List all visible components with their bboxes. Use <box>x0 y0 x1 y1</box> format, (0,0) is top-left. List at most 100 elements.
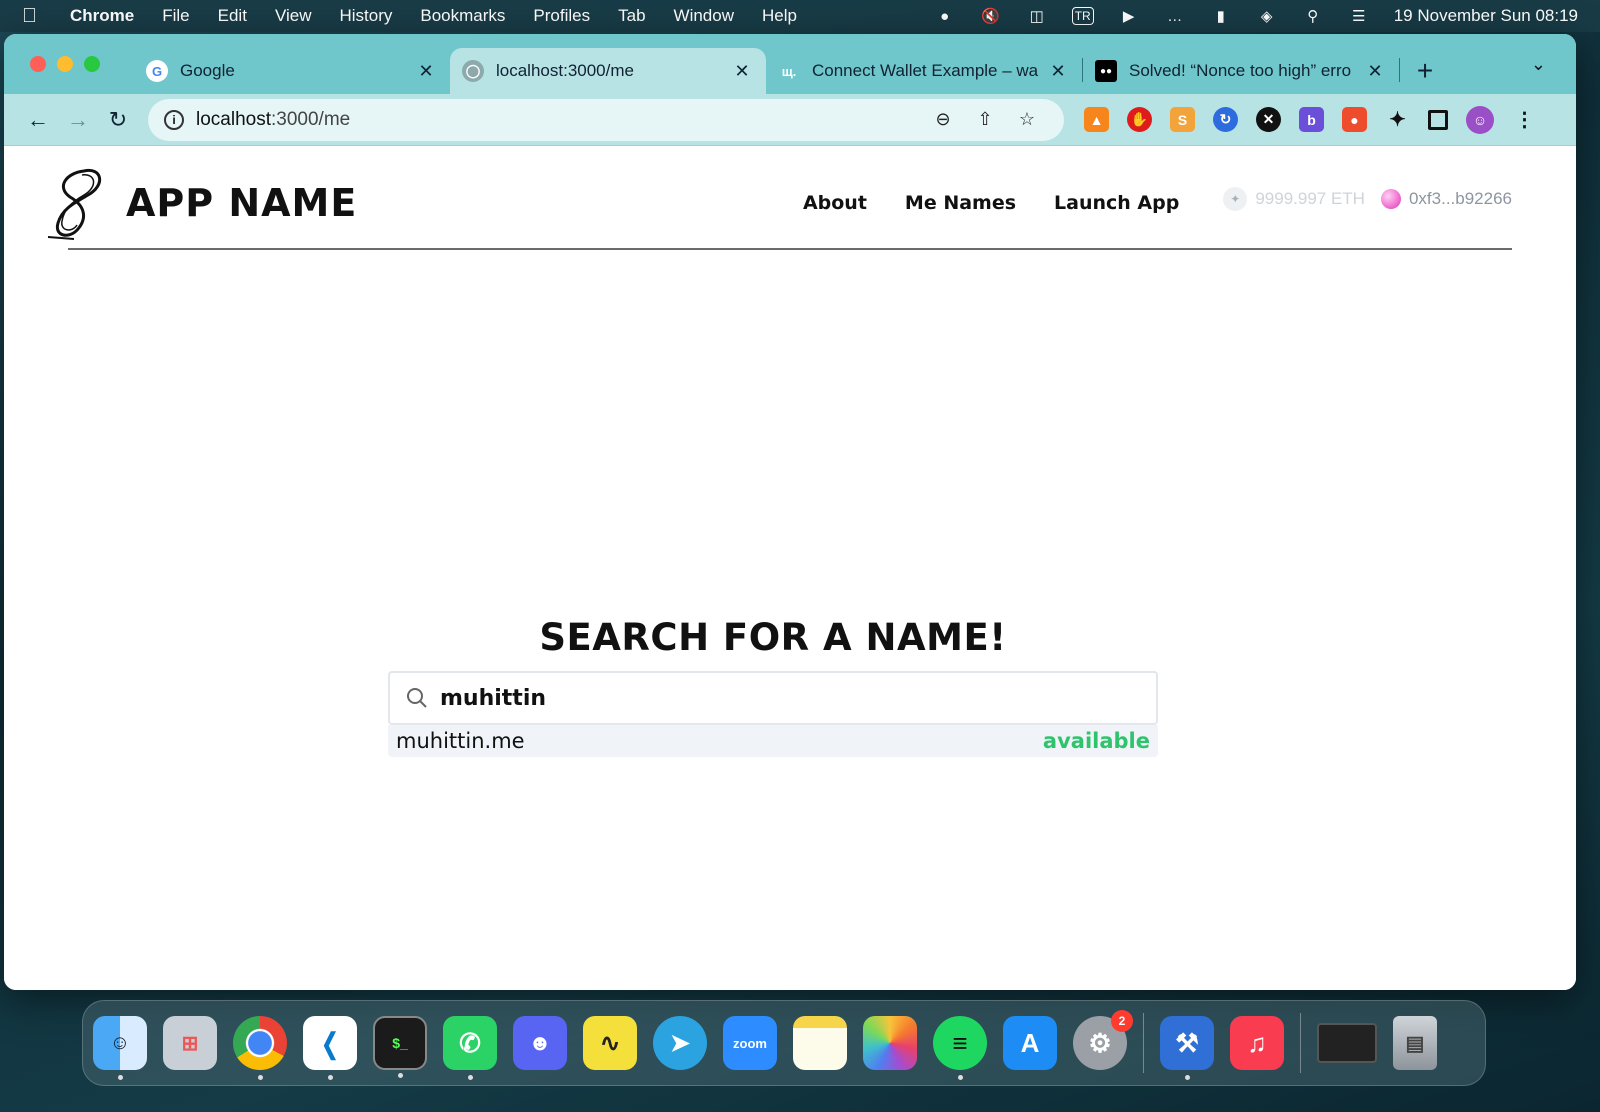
trash-icon[interactable]: ▤ <box>1393 1016 1437 1070</box>
finder-icon[interactable]: ☺ <box>93 1016 147 1080</box>
telegram-icon[interactable]: ➤ <box>653 1016 707 1070</box>
menu-window[interactable]: Window <box>674 6 734 26</box>
minimize-window-button[interactable] <box>57 56 73 72</box>
extension-red-icon[interactable]: ● <box>1342 107 1367 132</box>
site-info-icon[interactable]: i <box>164 109 184 130</box>
name-search: SEARCH FOR A NAME! muhittin muhittin.me … <box>388 616 1158 757</box>
input-source-indicator[interactable]: TR <box>1071 7 1094 25</box>
menu-bookmarks[interactable]: Bookmarks <box>420 6 505 26</box>
mute-icon[interactable]: 🔇 <box>980 7 1002 25</box>
control-center-icon[interactable]: ☰ <box>1348 7 1370 25</box>
close-tab-icon[interactable]: ✕ <box>416 61 436 82</box>
menu-help[interactable]: Help <box>762 6 797 26</box>
zoom-icon[interactable]: zoom <box>723 1016 777 1070</box>
site-header: APP NAME About Me Names Launch App ✦ 999… <box>44 158 1512 248</box>
menu-profiles[interactable]: Profiles <box>533 6 590 26</box>
back-button[interactable]: ← <box>18 100 58 140</box>
menubar-clock[interactable]: 19 November Sun 08:19 <box>1394 6 1578 26</box>
spotlight-search-icon[interactable]: ⚲ <box>1302 7 1324 25</box>
zoom-icon[interactable]: ⊖ <box>922 109 964 130</box>
whatsapp-icon[interactable]: ✆ <box>443 1016 497 1080</box>
nav-me-names-link[interactable]: Me Names <box>905 192 1016 214</box>
menu-history[interactable]: History <box>339 6 392 26</box>
bookmark-star-icon[interactable]: ☆ <box>1006 109 1048 130</box>
google-icon: G <box>146 60 168 82</box>
metamask-icon[interactable]: ▲ <box>1084 107 1109 132</box>
chevron-down-icon[interactable]: ⌄ <box>1531 54 1546 75</box>
close-tab-icon[interactable]: ✕ <box>1365 61 1385 82</box>
account-avatar <box>1380 189 1401 209</box>
play-icon[interactable]: ▶ <box>1118 7 1140 25</box>
medium-icon: ●● <box>1095 60 1117 82</box>
profile-avatar[interactable]: ☺ <box>1466 105 1494 134</box>
basecamp-icon[interactable]: ∿ <box>583 1016 637 1070</box>
menu-edit[interactable]: Edit <box>218 6 247 26</box>
globe-icon: ◯ <box>462 60 484 82</box>
search-title: SEARCH FOR A NAME! <box>539 616 1007 659</box>
brand-name[interactable]: APP NAME <box>126 181 357 225</box>
menu-file[interactable]: File <box>162 6 189 26</box>
chrome-icon[interactable] <box>233 1016 287 1080</box>
balance-button[interactable]: ✦ 9999.997 ETH <box>1223 187 1365 211</box>
tab-title: Google <box>180 61 235 80</box>
system-settings-icon[interactable]: ⚙ 2 <box>1073 1010 1133 1070</box>
elephant-icon[interactable]: ● <box>934 7 956 25</box>
forward-button[interactable]: → <box>58 100 98 140</box>
balance-value: 9999.997 ETH <box>1255 189 1365 208</box>
kebab-menu-icon[interactable]: ⋮ <box>1512 107 1537 132</box>
menu-tab[interactable]: Tab <box>618 6 645 26</box>
tab-title: Connect Wallet Example – wa <box>812 61 1039 80</box>
reload-button[interactable]: ↻ <box>98 100 138 140</box>
apple-icon[interactable]:  <box>22 5 44 28</box>
extension-purple-icon[interactable]: b <box>1299 107 1324 132</box>
menu-view[interactable]: View <box>275 6 312 26</box>
spotify-icon[interactable]: ≡ <box>933 1016 987 1080</box>
menu-app-chrome[interactable]: Chrome <box>70 6 134 26</box>
search-icon <box>407 688 427 708</box>
discord-icon[interactable]: ☻ <box>513 1016 567 1070</box>
side-panel-icon[interactable] <box>1428 109 1448 130</box>
nav-launch-app-link[interactable]: Launch App <box>1054 192 1179 214</box>
url-text[interactable]: localhost:3000/me <box>196 109 922 131</box>
close-tab-icon[interactable]: ✕ <box>1048 61 1068 82</box>
dots-icon[interactable]: … <box>1164 7 1186 25</box>
extension-s-icon[interactable]: S <box>1170 107 1195 132</box>
music-icon[interactable]: ♫ <box>1230 1016 1284 1070</box>
notes-icon[interactable] <box>793 1016 847 1070</box>
battery-icon[interactable]: ▮ <box>1210 7 1232 25</box>
tab-nonce-article[interactable]: ●● Solved! “Nonce too high” erro ✕ <box>1083 48 1399 94</box>
app-store-icon[interactable]: A <box>1003 1016 1057 1070</box>
tab-connect-wallet[interactable]: щ. Connect Wallet Example – wa ✕ <box>766 48 1082 94</box>
puzzle-icon[interactable]: ✦ <box>1385 107 1410 132</box>
extension-x-icon[interactable]: ✕ <box>1256 107 1281 132</box>
wallet-connect: ✦ 9999.997 ETH 0xf3...b92266 <box>1223 187 1512 211</box>
screen-mirror-icon[interactable]: ◫ <box>1026 7 1048 25</box>
extension-sync-icon[interactable]: ↻ <box>1213 107 1238 132</box>
wifi-icon[interactable]: ◈ <box>1256 7 1278 25</box>
close-tab-icon[interactable]: ✕ <box>732 61 752 82</box>
new-tab-button[interactable]: + <box>1400 48 1450 94</box>
site-nav: About Me Names Launch App <box>803 192 1179 214</box>
close-window-button[interactable] <box>30 56 46 72</box>
adblock-icon[interactable]: ✋ <box>1127 107 1152 132</box>
terminal-icon[interactable]: $_ <box>373 1016 427 1078</box>
account-button[interactable]: 0xf3...b92266 <box>1380 189 1512 209</box>
web-page: APP NAME About Me Names Launch App ✦ 999… <box>4 146 1576 990</box>
recent-window-thumbnail[interactable] <box>1317 1023 1377 1063</box>
extensions-bar: ▲ ✋ S ↻ ✕ b ● ✦ ☺ ⋮ <box>1084 105 1537 134</box>
xcode-icon[interactable]: ⚒ <box>1160 1016 1214 1080</box>
zoom-window-button[interactable] <box>84 56 100 72</box>
search-result-row[interactable]: muhittin.me available <box>388 725 1158 757</box>
launchpad-icon[interactable]: ⊞ <box>163 1016 217 1070</box>
search-input[interactable]: muhittin <box>388 671 1158 725</box>
logo-icon[interactable] <box>44 165 106 241</box>
share-icon[interactable]: ⇧ <box>964 109 1006 130</box>
tab-localhost[interactable]: ◯ localhost:3000/me ✕ <box>450 48 766 94</box>
address-bar[interactable]: i localhost:3000/me ⊖ ⇧ ☆ <box>148 98 1064 141</box>
vscode-icon[interactable]: ❬ <box>303 1016 357 1080</box>
photos-icon[interactable] <box>863 1016 917 1070</box>
status-tray: ● 🔇 ◫ TR ▶ … ▮ ◈ ⚲ ☰ 19 November Sun 08:… <box>934 6 1578 26</box>
search-query[interactable]: muhittin <box>440 686 546 711</box>
tab-google[interactable]: G Google ✕ <box>134 48 450 94</box>
nav-about-link[interactable]: About <box>803 192 867 214</box>
